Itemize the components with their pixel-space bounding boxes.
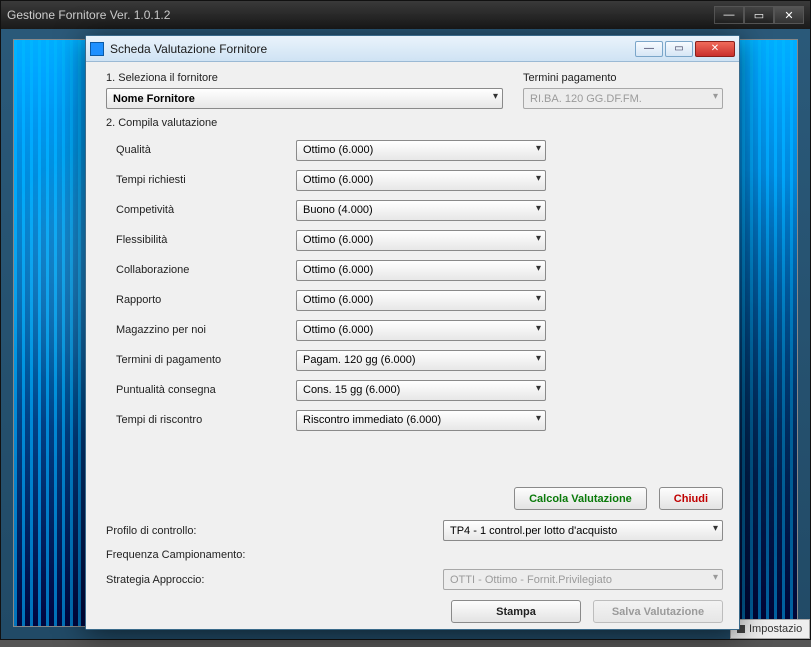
calculate-button[interactable]: Calcola Valutazione xyxy=(514,487,647,510)
bottom-actions: Stampa Salva Valutazione xyxy=(106,600,723,623)
main-titlebar: Gestione Fornitore Ver. 1.0.1.2 — ▭ ✕ xyxy=(1,1,810,29)
close-dialog-button[interactable]: Chiudi xyxy=(659,487,723,510)
payment-terms-select: RI.BA. 120 GG.DF.FM. xyxy=(523,88,723,109)
dialog-window-controls: — ▭ ✕ xyxy=(635,41,735,57)
criteria-row: Puntualità consegna Cons. 15 gg (6.000) xyxy=(116,375,723,405)
dialog-maximize-button[interactable]: ▭ xyxy=(665,41,693,57)
criteria-select-flessibilita[interactable]: Ottimo (6.000) xyxy=(296,230,546,251)
action-row: Calcola Valutazione Chiudi xyxy=(106,487,723,510)
criteria-row: Termini di pagamento Pagam. 120 gg (6.00… xyxy=(116,345,723,375)
sampling-frequency-label: Frequenza Campionamento: xyxy=(106,549,286,561)
criteria-row: Qualità Ottimo (6.000) xyxy=(116,135,723,165)
criteria-row: Tempi di riscontro Riscontro immediato (… xyxy=(116,405,723,435)
criteria-select-collaborazione[interactable]: Ottimo (6.000) xyxy=(296,260,546,281)
criteria-row: Magazzino per noi Ottimo (6.000) xyxy=(116,315,723,345)
step1-row: 1. Seleziona il fornitore Nome Fornitore… xyxy=(106,72,723,109)
criteria-select-competivita[interactable]: Buono (4.000) xyxy=(296,200,546,221)
main-window-title: Gestione Fornitore Ver. 1.0.1.2 xyxy=(7,8,714,22)
payment-terms-label: Termini pagamento xyxy=(523,72,723,84)
criteria-select-tempi-riscontro[interactable]: Riscontro immediato (6.000) xyxy=(296,410,546,431)
criteria-select-termini-pagamento[interactable]: Pagam. 120 gg (6.000) xyxy=(296,350,546,371)
control-profile-label: Profilo di controllo: xyxy=(106,525,286,537)
dialog-icon xyxy=(90,42,104,56)
strategy-select: OTTI - Ottimo - Fornit.Privilegiato xyxy=(443,569,723,590)
maximize-button[interactable]: ▭ xyxy=(744,6,774,24)
criteria-label: Magazzino per noi xyxy=(116,324,296,336)
criteria-label: Rapporto xyxy=(116,294,296,306)
criteria-select-tempi-richiesti[interactable]: Ottimo (6.000) xyxy=(296,170,546,191)
profile-section: Profilo di controllo: TP4 - 1 control.pe… xyxy=(106,520,723,590)
criteria-label: Collaborazione xyxy=(116,264,296,276)
criteria-list: Qualità Ottimo (6.000) Tempi richiesti O… xyxy=(116,135,723,435)
criteria-row: Collaborazione Ottimo (6.000) xyxy=(116,255,723,285)
criteria-label: Flessibilità xyxy=(116,234,296,246)
step2-label: 2. Compila valutazione xyxy=(106,117,723,129)
print-button[interactable]: Stampa xyxy=(451,600,581,623)
criteria-label: Tempi di riscontro xyxy=(116,414,296,426)
minimize-button[interactable]: — xyxy=(714,6,744,24)
criteria-label: Termini di pagamento xyxy=(116,354,296,366)
main-window-controls: — ▭ ✕ xyxy=(714,6,804,24)
criteria-select-qualita[interactable]: Ottimo (6.000) xyxy=(296,140,546,161)
control-profile-select[interactable]: TP4 - 1 control.per lotto d'acquisto xyxy=(443,520,723,541)
strategy-label: Strategia Approccio: xyxy=(106,574,286,586)
close-button[interactable]: ✕ xyxy=(774,6,804,24)
dialog-titlebar[interactable]: Scheda Valutazione Fornitore — ▭ ✕ xyxy=(86,36,739,62)
criteria-row: Flessibilità Ottimo (6.000) xyxy=(116,225,723,255)
footer-settings[interactable]: Impostazio xyxy=(730,619,810,639)
supplier-select[interactable]: Nome Fornitore xyxy=(106,88,503,109)
evaluation-dialog: Scheda Valutazione Fornitore — ▭ ✕ 1. Se… xyxy=(85,35,740,630)
criteria-label: Competività xyxy=(116,204,296,216)
criteria-label: Puntualità consegna xyxy=(116,384,296,396)
step1-label: 1. Seleziona il fornitore xyxy=(106,72,503,84)
criteria-label: Qualità xyxy=(116,144,296,156)
criteria-label: Tempi richiesti xyxy=(116,174,296,186)
dialog-minimize-button[interactable]: — xyxy=(635,41,663,57)
footer-label: Impostazio xyxy=(749,623,802,635)
criteria-row: Competività Buono (4.000) xyxy=(116,195,723,225)
dialog-body: 1. Seleziona il fornitore Nome Fornitore… xyxy=(86,62,739,629)
criteria-select-rapporto[interactable]: Ottimo (6.000) xyxy=(296,290,546,311)
dialog-title: Scheda Valutazione Fornitore xyxy=(110,42,635,56)
criteria-select-puntualita[interactable]: Cons. 15 gg (6.000) xyxy=(296,380,546,401)
criteria-row: Rapporto Ottimo (6.000) xyxy=(116,285,723,315)
save-button: Salva Valutazione xyxy=(593,600,723,623)
dialog-close-button[interactable]: ✕ xyxy=(695,41,735,57)
criteria-select-magazzino[interactable]: Ottimo (6.000) xyxy=(296,320,546,341)
criteria-row: Tempi richiesti Ottimo (6.000) xyxy=(116,165,723,195)
